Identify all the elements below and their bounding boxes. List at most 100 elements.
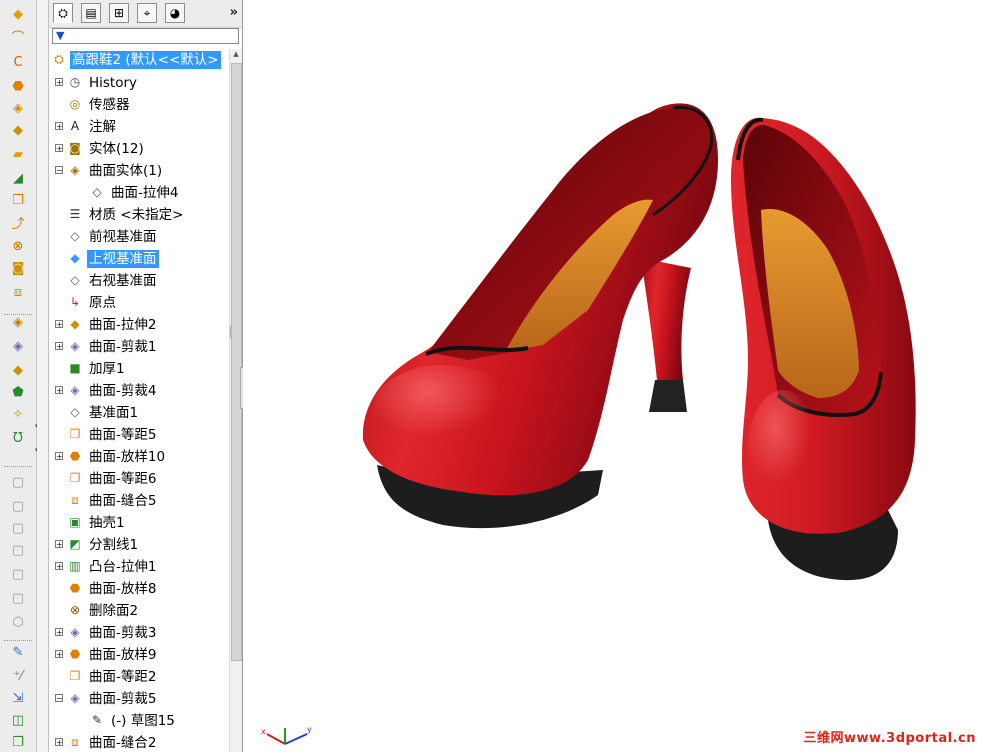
expand-icon[interactable]: +	[55, 144, 63, 153]
tree-item[interactable]: ⬣ 曲面-放样8	[49, 578, 229, 600]
tree-item-label: 前视基准面	[89, 229, 157, 245]
expand-icon[interactable]: +	[55, 452, 63, 461]
expand-icon[interactable]: +	[55, 650, 63, 659]
tree-item[interactable]: + ◷ History	[49, 72, 229, 94]
replace-face-icon[interactable]: ⬟	[9, 383, 27, 401]
sketch-icon[interactable]: ✎	[9, 643, 27, 661]
tree-item[interactable]: ■ 加厚1	[49, 358, 229, 380]
lofted-surface-icon[interactable]: ⬣	[9, 77, 27, 95]
tree-item[interactable]: ❐ 曲面-等距5	[49, 424, 229, 446]
tree-item[interactable]: ◇ 曲面-拉伸4	[49, 182, 229, 204]
thicken-icon[interactable]: ⧈	[9, 283, 27, 301]
view-right-icon[interactable]: ▢	[9, 541, 27, 559]
ruled-surface-icon[interactable]: ◈	[9, 337, 27, 355]
offset-surface-icon[interactable]: ◆	[9, 121, 27, 139]
tree-item-label: 实体(12)	[89, 141, 144, 157]
expand-icon[interactable]: +	[55, 738, 63, 747]
view-back-icon[interactable]: ▢	[9, 565, 27, 583]
planar-surface-icon[interactable]: ▰	[9, 145, 27, 163]
configurationmanager-tab[interactable]: ⊞	[109, 3, 129, 23]
tree-item-label: 抽壳1	[89, 515, 125, 531]
tree-item-label: 基准面1	[89, 405, 139, 421]
dimxpert-icon: ⌖	[143, 5, 151, 20]
delete-face-icon[interactable]: ⊗	[9, 237, 27, 255]
tree-item[interactable]: ⧈ 曲面-缝合5	[49, 490, 229, 512]
more-tabs-button[interactable]: »	[230, 5, 238, 20]
tree-item[interactable]: − ◈ 曲面实体(1)	[49, 160, 229, 182]
tree-item[interactable]: + A 注解	[49, 116, 229, 138]
tree-item[interactable]: + ⧈ 曲面-缝合2	[49, 732, 229, 752]
tree-item[interactable]: + ⬣ 曲面-放样10	[49, 446, 229, 468]
annotation-icon: A	[70, 119, 80, 133]
tree-filter-input[interactable]: ▼	[52, 28, 239, 44]
tree-item[interactable]: ▣ 抽壳1	[49, 512, 229, 534]
tree-item-label: 传感器	[89, 97, 130, 113]
expand-icon[interactable]: +	[55, 628, 63, 637]
trim-surface-icon[interactable]: ◈	[9, 313, 27, 331]
featuremanager-tab[interactable]: ⛭	[53, 3, 73, 23]
tree-item[interactable]: + ◆ 曲面-拉伸2	[49, 314, 229, 336]
graphics-area[interactable]: x y 三维网www.3dportal.cn	[243, 0, 994, 752]
propertymanager-tab[interactable]: ▤	[81, 3, 101, 23]
knit-surface-icon[interactable]: ❐	[9, 191, 27, 209]
tree-item[interactable]: + ▥ 凸台-拉伸1	[49, 556, 229, 578]
move-entities-icon[interactable]: ⇲	[9, 689, 27, 707]
tree-root-part[interactable]: ⛭ 高跟鞋2 (默认<<默认>	[49, 49, 229, 71]
manager-tabs: ⛭ ▤ ⊞ ⌖ ◕	[49, 0, 242, 28]
fill-surface-icon[interactable]: ◢	[9, 169, 27, 187]
tree-item[interactable]: ◇ 前视基准面	[49, 226, 229, 248]
plane-icon: ◇	[70, 273, 80, 287]
tree-item[interactable]: ◎ 传感器	[49, 94, 229, 116]
expand-icon[interactable]: +	[55, 78, 63, 87]
scroll-up-arrow[interactable]: ▲	[231, 50, 241, 60]
extruded-surface-icon[interactable]: ◆	[9, 5, 27, 23]
curves-icon[interactable]: ✧	[9, 405, 27, 423]
tree-item[interactable]: + ◩ 分割线1	[49, 534, 229, 556]
tree-item[interactable]: + ⬣ 曲面-放样9	[49, 644, 229, 666]
dimxpert-tab[interactable]: ⌖	[137, 3, 157, 23]
expand-icon[interactable]: +	[55, 320, 63, 329]
collapse-icon[interactable]: −	[55, 694, 63, 703]
tree-item[interactable]: ❐ 曲面-等距6	[49, 468, 229, 490]
convert-entities-icon[interactable]: ◫	[9, 711, 27, 729]
tree-item[interactable]: + ◈ 曲面-剪裁3	[49, 622, 229, 644]
tree-item-label: 曲面-剪裁5	[89, 691, 157, 707]
view-iso-icon[interactable]: ▢	[9, 473, 27, 491]
tree-item-label: 曲面-剪裁1	[89, 339, 157, 355]
untrim-surface-icon[interactable]: ◙	[9, 259, 27, 277]
view-front-icon[interactable]: ▢	[9, 497, 27, 515]
tree-item[interactable]: ⊗ 删除面2	[49, 600, 229, 622]
tree-item[interactable]: ☰ 材质 <未指定>	[49, 204, 229, 226]
expand-icon[interactable]: +	[55, 386, 63, 395]
tree-item[interactable]: ◆ 上视基准面	[49, 248, 229, 270]
tree-item[interactable]: ◇ 右视基准面	[49, 270, 229, 292]
panel-resize-grip[interactable]: ⁝ ⁝	[229, 326, 232, 340]
view-bottom-icon[interactable]: ▢	[9, 589, 27, 607]
reference-geometry-icon[interactable]: Ʊ	[9, 429, 27, 447]
tree-item[interactable]: ❐ 曲面-等距2	[49, 666, 229, 688]
cut-with-surface-icon[interactable]: ◆	[9, 361, 27, 379]
expand-icon[interactable]: +	[55, 562, 63, 571]
tree-item[interactable]: ✎ (-) 草图15	[49, 710, 229, 732]
smart-dimension-icon[interactable]: ⁺⁄	[9, 667, 27, 685]
swept-surface-icon[interactable]: C	[9, 53, 27, 71]
tree-item[interactable]: − ◈ 曲面-剪裁5	[49, 688, 229, 710]
tree-item[interactable]: + ◈ 曲面-剪裁1	[49, 336, 229, 358]
view-top-icon[interactable]: ▢	[9, 519, 27, 537]
tree-item-label: 曲面-放样8	[89, 581, 157, 597]
tree-item[interactable]: ↳ 原点	[49, 292, 229, 314]
display-manager-tab[interactable]: ◕	[165, 3, 185, 23]
expand-icon[interactable]: +	[55, 342, 63, 351]
scroll-thumb[interactable]	[231, 63, 242, 661]
revolved-surface-icon[interactable]: ⌒	[9, 29, 27, 47]
expand-icon[interactable]: +	[55, 122, 63, 131]
extend-surface-icon[interactable]: ⤴	[9, 215, 27, 233]
offset-entities-icon[interactable]: ❐	[9, 733, 27, 751]
expand-icon[interactable]: +	[55, 540, 63, 549]
tree-item[interactable]: + ◙ 实体(12)	[49, 138, 229, 160]
collapse-icon[interactable]: −	[55, 166, 63, 175]
tree-item[interactable]: ◇ 基准面1	[49, 402, 229, 424]
boundary-surface-icon[interactable]: ◈	[9, 99, 27, 117]
tree-item[interactable]: + ◈ 曲面-剪裁4	[49, 380, 229, 402]
view-normal-icon[interactable]: ⬡	[9, 613, 27, 631]
